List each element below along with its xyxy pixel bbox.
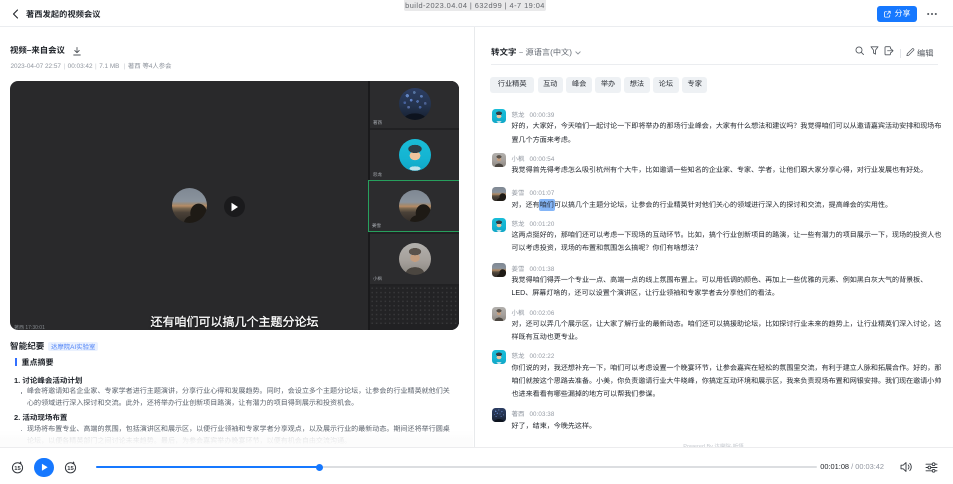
svg-text:15: 15 xyxy=(67,466,74,472)
svg-text:15: 15 xyxy=(14,466,21,472)
